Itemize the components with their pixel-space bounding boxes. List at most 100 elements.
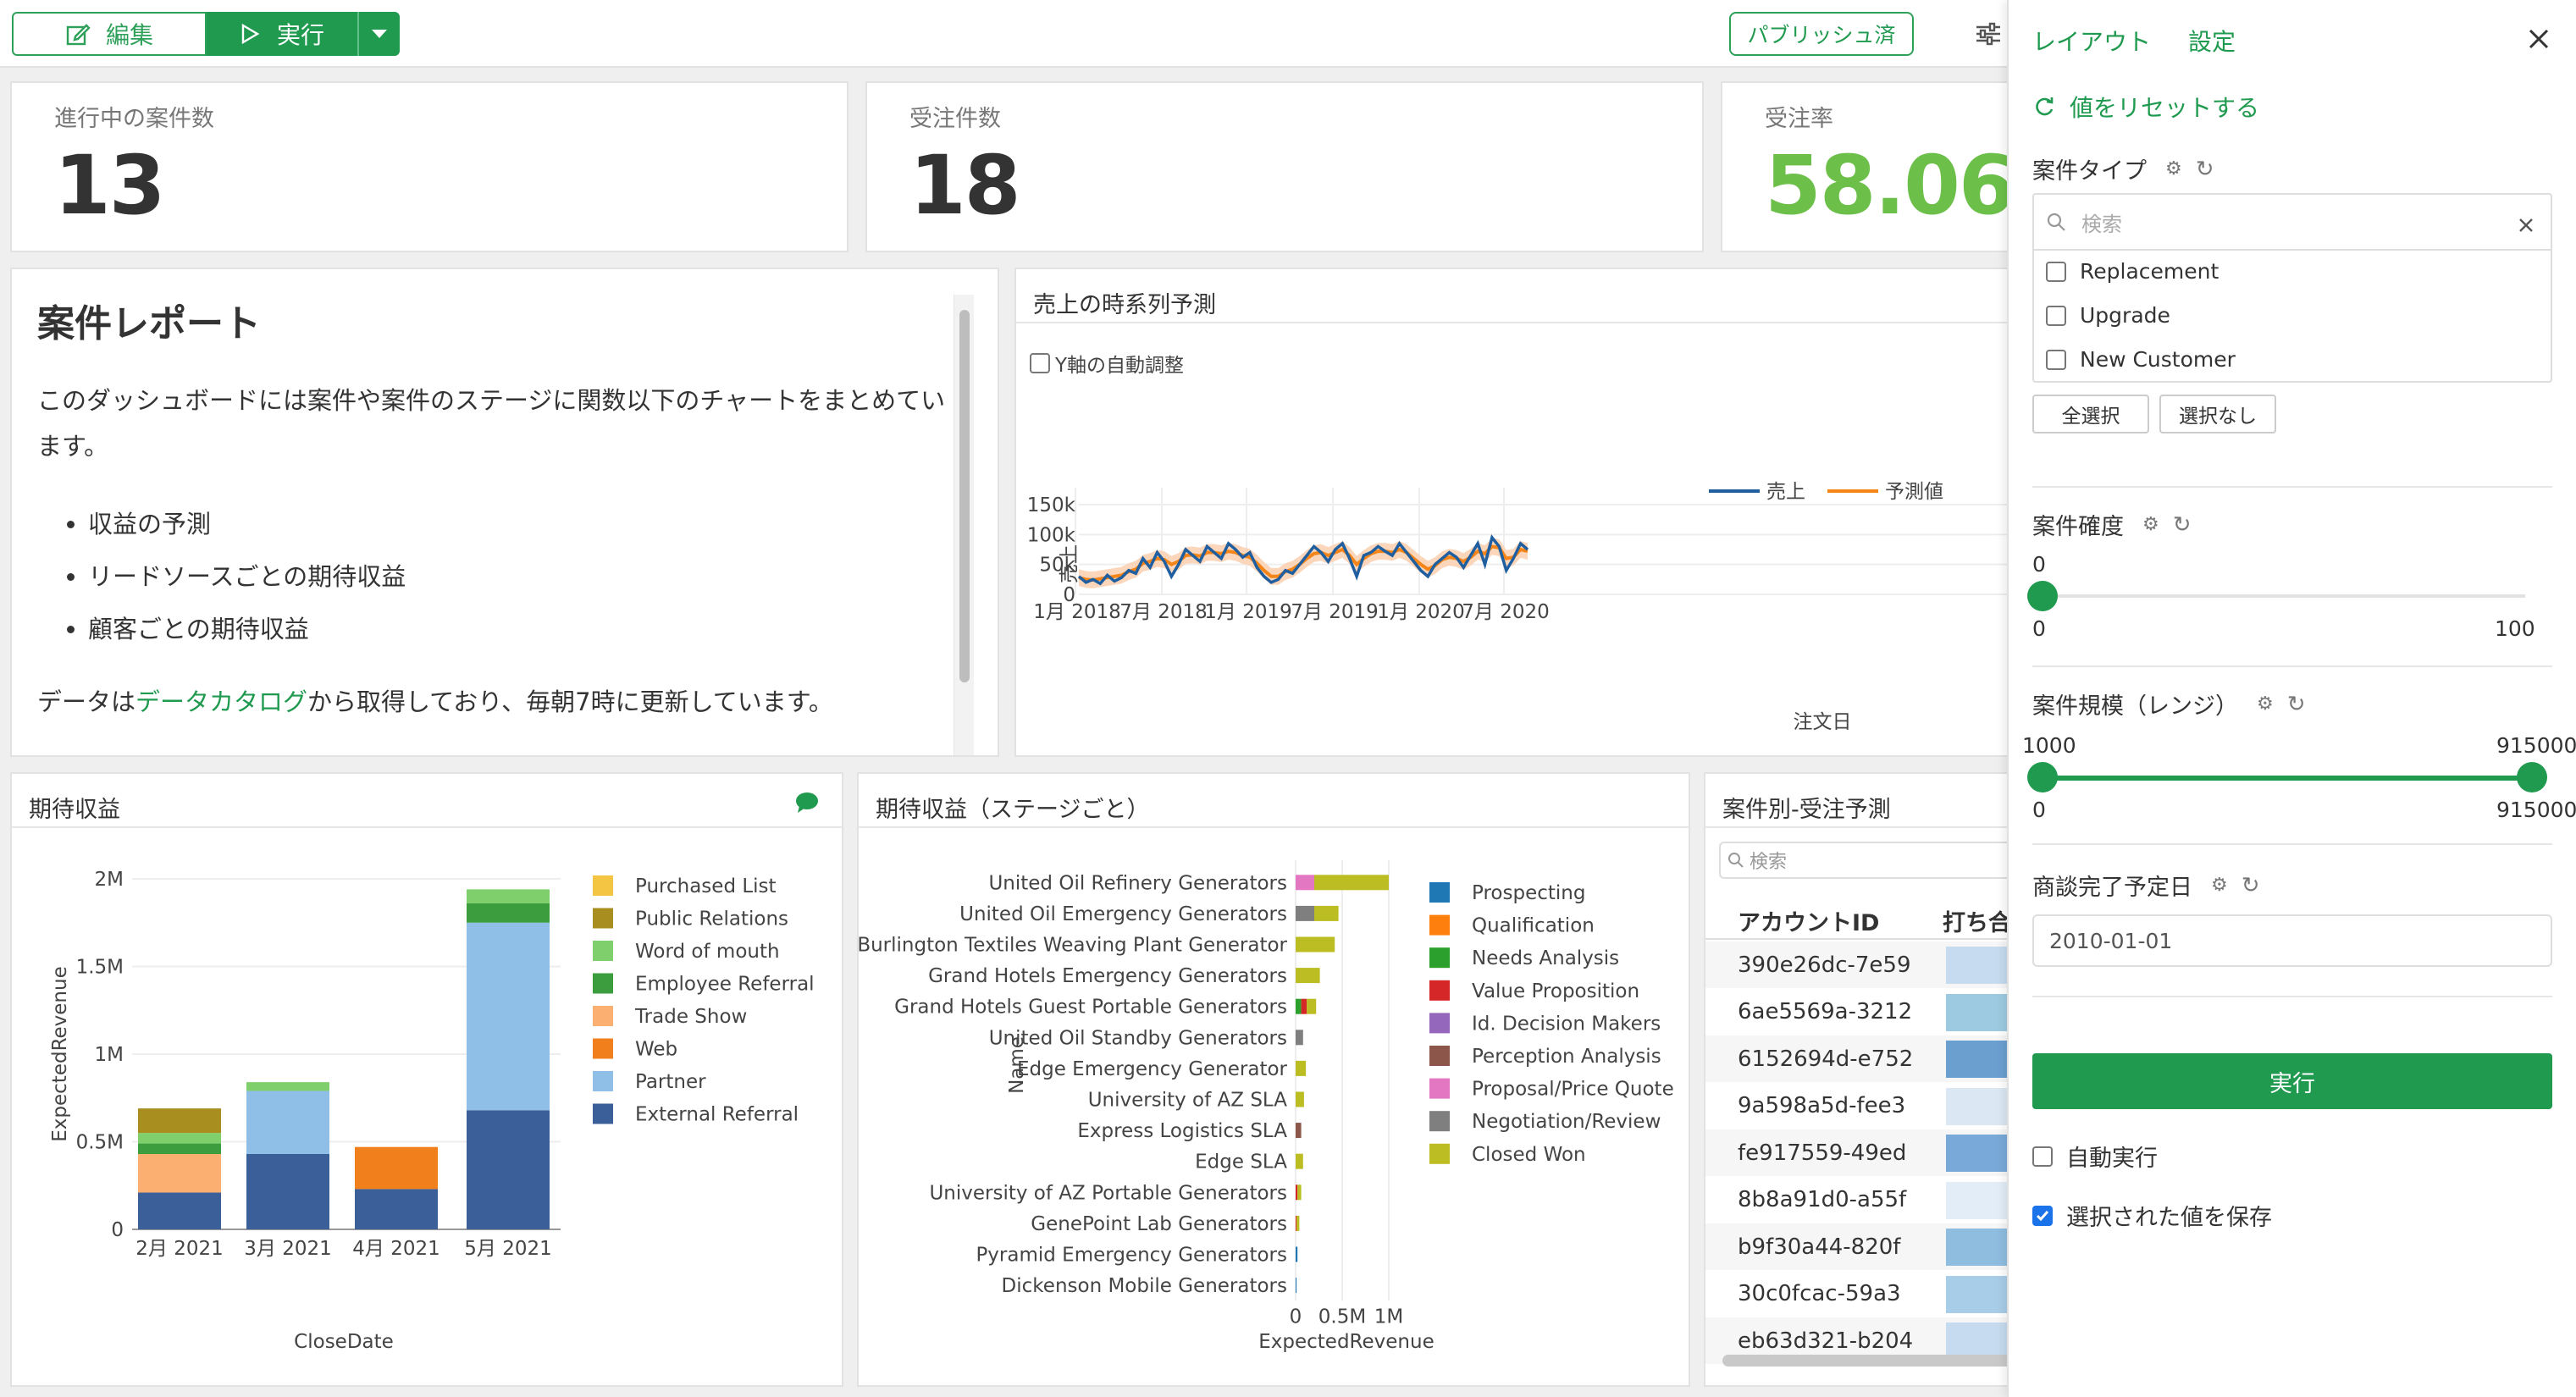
apply-run-button[interactable]: 実行 [2032,1053,2552,1109]
probability-slider-handle[interactable] [2027,581,2058,611]
deal-type-search-input[interactable]: 検索 [2034,195,2551,251]
save-values-checkbox[interactable] [2032,1205,2053,1226]
bar-segment [1296,1091,1304,1107]
legend-label: Web [635,1039,677,1061]
x-tick-label: 7月 2018 [1119,601,1207,623]
y-tick-label: Edge Emergency Generator [1017,1058,1288,1080]
edit-icon [65,21,91,47]
divider [2032,843,2552,845]
edit-button-label: 編集 [105,21,153,49]
tab-layout[interactable]: レイアウト [2032,24,2151,58]
deal-type-option-new-customer[interactable]: New Customer [2046,347,2236,372]
account-id-cell: eb63d321-b204 [1738,1328,1914,1354]
bar-segment [1296,968,1320,984]
legend-swatch [1429,980,1450,1001]
select-all-button[interactable]: 全選択 [2032,395,2149,433]
table-row[interactable]: 6ae5569a-3212 [1705,989,2014,1035]
bar-segment [138,1192,221,1229]
table-horizontal-scrollbar[interactable] [1722,1355,2015,1367]
deal-type-option-upgrade[interactable]: Upgrade [2046,303,2170,328]
refresh-icon[interactable]: ↻ [2242,873,2260,898]
refresh-icon[interactable]: ↻ [2196,157,2214,182]
kpi-value: 58.06% [1765,138,2015,233]
run-button-label: 実行 [276,21,324,49]
refresh-icon[interactable]: ↻ [2173,512,2192,538]
table-row[interactable]: 9a598a5d-fee3 [1705,1083,2014,1129]
column-header-account-id[interactable]: アカウントID [1738,904,1879,937]
edit-button[interactable]: 編集 [12,12,207,56]
close-icon[interactable] [2527,27,2551,51]
legend-swatch [1429,1046,1450,1066]
size-slider-high-handle[interactable] [2517,762,2547,792]
reset-values-button[interactable]: 値をリセットする [2032,90,2259,124]
run-dropdown-button[interactable] [357,12,400,56]
size-slider-low-handle[interactable] [2027,762,2058,792]
deal-type-listbox: 検索 Replacement Upgrade New Customer [2032,193,2552,383]
expected-revenue-chart: 2M 1.5M 1M 0.5M 0 2月 2021 3月 2021 4月 2021 5月 202… [49,869,815,1353]
x-tick-label: 1月 2020 [1377,601,1464,623]
published-badge[interactable]: パブリッシュ済 [1729,12,1914,56]
legend-swatch [593,1103,613,1124]
select-none-button[interactable]: 選択なし [2159,395,2276,433]
report-card: 案件レポート このダッシュボードには案件や案件のステージに関数以下のチャートをま… [10,268,999,757]
y-tick-label: 150k [1027,494,1076,516]
stage-revenue-card: 期待収益（ステージごと） 0 0.5M 1M United Oil Refinery … [857,772,1690,1387]
autoscale-toggle[interactable]: Y軸の自動調整 [1030,349,1184,378]
x-tick-label: 1月 2019 [1204,601,1291,623]
y-tick-label: Dickenson Mobile Generators [1002,1275,1287,1297]
column-header-meeting[interactable]: 打ち合 [1943,904,2011,937]
table-header: アカウントID 打ち合 [1705,892,2015,940]
filter-sliders-icon[interactable] [1975,20,2002,47]
comment-icon[interactable] [794,791,820,814]
table-row[interactable]: 390e26dc-7e59 [1705,941,2014,988]
close-date-input[interactable]: 2010-01-01 [2032,914,2552,967]
clear-search-icon[interactable] [2518,213,2534,232]
probability-label: 案件確度 ⚙ ↻ [2032,511,2192,541]
table-row[interactable]: 8b8a91d0-a55f [1705,1177,2014,1223]
checkbox[interactable] [2046,261,2066,282]
gear-icon[interactable]: ⚙ [2257,693,2274,715]
legend-swatch [1429,1013,1450,1034]
legend-swatch [593,1006,613,1026]
probability-slider-track[interactable] [2043,594,2525,598]
auto-run-checkbox[interactable] [2032,1146,2053,1167]
table-search-input[interactable]: 検索 [1719,842,2015,879]
table-row[interactable]: 6152694d-e752 [1705,1035,2014,1082]
x-axis-title: CloseDate [294,1331,394,1353]
bar-segment [1296,936,1335,952]
probability-value: 0 [2032,552,2046,577]
size-slider-track[interactable] [2043,776,2534,781]
table-row[interactable]: b9f30a44-820f [1705,1223,2014,1270]
save-values-toggle[interactable]: 選択された値を保存 [2032,1199,2272,1232]
tab-settings[interactable]: 設定 [2188,24,2236,58]
account-id-cell: 9a598a5d-fee3 [1738,1093,1906,1118]
scrollbar-thumb[interactable] [959,310,970,682]
legend-swatch [1429,882,1450,903]
report-scrollbar[interactable] [954,295,974,755]
kpi-card-active-deals: 進行中の案件数 13 [10,81,849,252]
gear-icon[interactable]: ⚙ [2165,158,2182,179]
legend-swatch [1429,914,1450,936]
divider [2032,996,2552,997]
bar-segment [1296,1153,1303,1169]
checkbox[interactable] [2046,305,2066,326]
run-button[interactable]: 実行 [207,12,357,56]
data-catalog-link[interactable]: データカタログ [135,687,307,716]
kpi-value: 13 [54,138,166,233]
gear-icon[interactable]: ⚙ [2142,514,2159,535]
table-row[interactable]: fe917559-49ed [1705,1129,2014,1176]
stage-revenue-chart: 0 0.5M 1M United Oil Refinery Generators Uni… [859,860,1674,1353]
autoscale-checkbox[interactable] [1030,353,1050,373]
deal-type-option-replacement[interactable]: Replacement [2046,259,2219,284]
meeting-value-cell [1946,1275,2014,1313]
refresh-icon[interactable]: ↻ [2287,692,2306,717]
y-tick-label: 0.5M [76,1132,124,1154]
checkbox[interactable] [2046,349,2066,370]
x-axis-title: ExpectedRevenue [1258,1331,1434,1353]
x-axis-title: 注文日 [1794,711,1852,733]
timeseries-card: 売上の時系列予測 Y軸の自動調整 150k 100k 50k 0 1月 2018 7月 2… [1014,268,2015,757]
table-row[interactable]: 30c0fcac-59a3 [1705,1271,2014,1317]
bar-segment [1296,1246,1298,1262]
gear-icon[interactable]: ⚙ [2211,875,2228,896]
auto-run-toggle[interactable]: 自動実行 [2032,1140,2158,1173]
